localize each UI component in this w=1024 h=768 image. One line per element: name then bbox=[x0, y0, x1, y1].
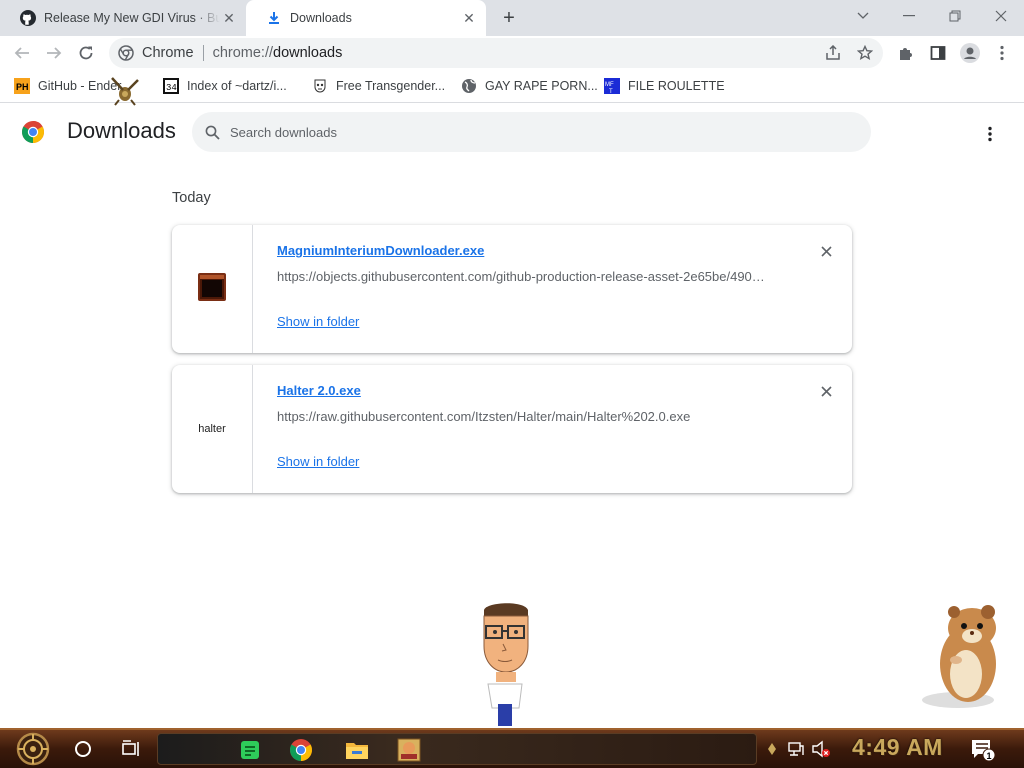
site-label: Chrome bbox=[142, 45, 194, 61]
extensions-puzzle-icon[interactable] bbox=[894, 41, 918, 65]
omnibox-separator bbox=[202, 45, 204, 61]
game-box-icon[interactable] bbox=[397, 738, 421, 762]
show-in-folder-link[interactable]: Show in folder bbox=[277, 454, 359, 469]
globe-icon bbox=[461, 78, 477, 94]
bookmark-free-transgender[interactable]: Free Transgender... bbox=[312, 76, 445, 96]
bookmark-file-roulette[interactable]: MF T FILE ROULETTE bbox=[604, 76, 725, 96]
svg-text:PH: PH bbox=[16, 82, 29, 92]
taskbar-clock[interactable]: 4:49 AM bbox=[852, 734, 943, 761]
minimize-icon[interactable] bbox=[895, 4, 923, 28]
bookmark-label: FILE ROULETTE bbox=[628, 79, 725, 93]
file-source-url: https://raw.githubusercontent.com/Itzste… bbox=[277, 409, 691, 424]
tab-title: Downloads bbox=[290, 11, 352, 25]
chevron-down-icon[interactable] bbox=[849, 4, 877, 28]
bookmark-label: GAY RAPE PORN... bbox=[485, 79, 598, 93]
file-icon-column bbox=[172, 225, 253, 353]
kebab-menu-icon[interactable] bbox=[990, 41, 1014, 65]
chrome-icon bbox=[118, 45, 134, 61]
search-icon bbox=[205, 125, 220, 140]
file-source-url: https://objects.githubusercontent.com/gi… bbox=[277, 269, 765, 284]
search-box[interactable] bbox=[192, 112, 871, 152]
hank-hill-character-icon bbox=[470, 600, 540, 728]
taskbar-app-area bbox=[157, 733, 757, 765]
taskbar: 4:49 AM 1 bbox=[0, 728, 1024, 768]
svg-text:34: 34 bbox=[166, 83, 177, 93]
bookmark-index-dartz[interactable]: 34 Index of ~dartz/i... bbox=[163, 76, 287, 96]
file-name-link[interactable]: MagniumInteriumDownloader.exe bbox=[277, 243, 484, 258]
dartz-icon: 34 bbox=[163, 78, 179, 94]
remove-item-close-icon[interactable] bbox=[816, 381, 836, 401]
forward-arrow-icon[interactable] bbox=[42, 41, 66, 65]
exe-window-icon bbox=[197, 272, 227, 307]
back-arrow-icon[interactable] bbox=[10, 41, 34, 65]
download-item: MagniumInteriumDownloader.exe https://ob… bbox=[172, 225, 852, 353]
chrome-logo-icon bbox=[21, 120, 45, 144]
task-view-icon[interactable] bbox=[120, 738, 142, 760]
halter-logo: halter bbox=[198, 423, 226, 435]
hamster-character-icon bbox=[918, 600, 1010, 712]
svg-text:T: T bbox=[609, 89, 613, 94]
mask-icon bbox=[312, 78, 328, 94]
start-button[interactable] bbox=[10, 731, 56, 767]
downloads-header: Downloads bbox=[0, 104, 1024, 160]
share-icon[interactable] bbox=[823, 43, 843, 63]
address-bar[interactable]: Chrome chrome://downloads bbox=[109, 38, 883, 68]
network-icon[interactable] bbox=[787, 740, 805, 758]
file-explorer-icon[interactable] bbox=[345, 738, 369, 762]
url-path: downloads bbox=[273, 45, 343, 61]
close-icon[interactable]: ✕ bbox=[460, 9, 478, 27]
restore-icon[interactable] bbox=[941, 4, 969, 28]
tray-chevron-icon[interactable] bbox=[766, 742, 778, 756]
green-app-icon[interactable] bbox=[238, 738, 262, 762]
close-icon[interactable]: ✕ bbox=[220, 9, 238, 27]
bookmark-label: Index of ~dartz/i... bbox=[187, 79, 287, 93]
downloads-menu-icon[interactable] bbox=[978, 122, 1002, 146]
bookmark-label: Free Transgender... bbox=[336, 79, 446, 93]
github-icon bbox=[20, 10, 36, 26]
url-scheme: chrome:// bbox=[212, 45, 274, 61]
close-icon[interactable] bbox=[987, 4, 1015, 28]
download-item: halter Halter 2.0.exe https://raw.github… bbox=[172, 365, 852, 493]
file-icon-column: halter bbox=[172, 365, 253, 493]
show-in-folder-link[interactable]: Show in folder bbox=[277, 314, 359, 329]
svg-text:MF: MF bbox=[605, 82, 614, 88]
bookmarks-bar: PH GitHub - Ender... 34 Index of ~dartz/… bbox=[0, 70, 1024, 103]
url-text: chrome://downloads bbox=[213, 45, 343, 61]
new-tab-button[interactable]: + bbox=[498, 7, 520, 29]
volume-muted-icon[interactable] bbox=[811, 740, 831, 758]
file-name-link[interactable]: Halter 2.0.exe bbox=[277, 383, 361, 398]
profile-avatar-icon[interactable] bbox=[958, 41, 982, 65]
animated-cursor-icon bbox=[108, 76, 142, 106]
notification-count: 1 bbox=[987, 751, 992, 761]
chrome-icon[interactable] bbox=[289, 738, 313, 762]
ph-icon: PH bbox=[14, 78, 30, 94]
toolbar: Chrome chrome://downloads bbox=[0, 36, 1024, 70]
star-icon[interactable] bbox=[855, 43, 875, 63]
bookmark-gay-rape-porn[interactable]: GAY RAPE PORN... bbox=[461, 76, 598, 96]
tab-downloads[interactable]: Downloads ✕ bbox=[246, 0, 486, 36]
notification-center-icon[interactable]: 1 bbox=[970, 738, 996, 762]
download-icon bbox=[266, 10, 282, 26]
remove-item-close-icon[interactable] bbox=[816, 241, 836, 261]
search-input[interactable] bbox=[230, 124, 790, 140]
date-section-label: Today bbox=[172, 190, 211, 206]
reload-icon[interactable] bbox=[74, 41, 98, 65]
tab-title: Release My New GDI Virus · Bu bbox=[44, 11, 220, 25]
tab-strip: Release My New GDI Virus · Bu ✕ Download… bbox=[0, 0, 1024, 36]
tab-github-release[interactable]: Release My New GDI Virus · Bu ✕ bbox=[0, 0, 246, 36]
mft-icon: MF T bbox=[604, 78, 620, 94]
cortana-circle-icon[interactable] bbox=[72, 738, 94, 760]
chrome-window: Release My New GDI Virus · Bu ✕ Download… bbox=[0, 0, 1024, 768]
side-panel-icon[interactable] bbox=[926, 41, 950, 65]
page-title: Downloads bbox=[67, 118, 176, 143]
